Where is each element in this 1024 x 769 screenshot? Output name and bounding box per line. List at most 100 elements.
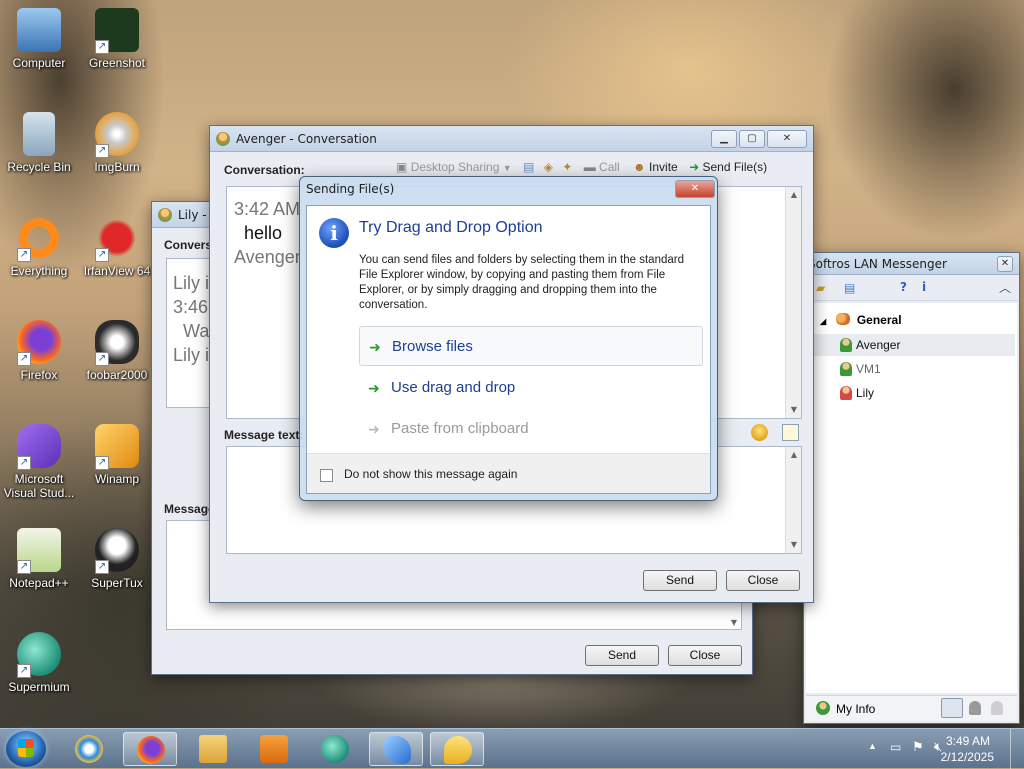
avenger-titlebar[interactable]: Avenger - Conversation ▁ ▢ ✕ <box>210 126 813 152</box>
start-button[interactable] <box>6 731 46 767</box>
desktop-icon-foobar2000[interactable]: ↗ foobar2000 <box>78 320 156 382</box>
green-arrow-icon: ➜ <box>368 380 380 396</box>
text-format-icon[interactable] <box>782 424 799 441</box>
dialog-close-button[interactable]: ✕ <box>675 180 715 198</box>
sending-files-dialog[interactable]: Sending File(s) ✕ i Try Drag and Drop Op… <box>299 176 718 501</box>
taskbar: ▲ ▭ ⚑ 🔇︎ 3:49 AM 2/12/2025 <box>0 728 1024 769</box>
scroll-up-icon[interactable]: ▲ <box>786 187 802 203</box>
desktop-icon-visual-studio[interactable]: ↗ Microsoft Visual Stud... <box>0 424 78 500</box>
messenger-titlebar[interactable]: Softros LAN Messenger ✕ <box>804 253 1019 275</box>
dialog-titlebar[interactable]: Sending File(s) ✕ <box>300 177 717 201</box>
clock-time[interactable]: 3:49 AM <box>946 734 990 748</box>
desktop-icon-notepad-plus-plus[interactable]: ↗ Notepad++ <box>0 528 78 590</box>
chevron-up-icon[interactable]: ︿ <box>999 279 1011 296</box>
folder-icon[interactable]: ▰ <box>816 281 825 295</box>
desktop-sharing-button[interactable]: Desktop Sharing <box>411 160 500 174</box>
avenger-toolbar: ▣ Desktop Sharing ▼ ▤ ◈ ✦ ▬ Call ☻ Invit… <box>396 160 767 174</box>
desktop-icon-irfanview[interactable]: ↗ IrfanView 64 <box>78 216 156 278</box>
status-available-button[interactable] <box>941 698 963 718</box>
message-timestamp: 3:42 AM <box>234 199 301 219</box>
shortcut-arrow-icon: ↗ <box>17 664 31 678</box>
internet-explorer-icon <box>75 735 103 763</box>
conversation-scrollbar[interactable]: ▲ ▼ <box>785 187 801 418</box>
flag-icon[interactable]: ⚑ <box>912 739 924 755</box>
shortcut-arrow-icon: ↗ <box>17 352 31 366</box>
desktop-icon-recycle-bin[interactable]: Recycle Bin <box>0 112 78 174</box>
info-icon[interactable]: i <box>922 280 926 294</box>
status-away-icon[interactable] <box>969 701 981 715</box>
desktop-icon-supertux[interactable]: ↗ SuperTux <box>78 528 156 590</box>
scroll-down-icon[interactable]: ▼ <box>786 402 802 418</box>
history-icon[interactable]: ▤ <box>844 281 855 295</box>
desktop-icon-everything[interactable]: ↗ Everything <box>0 216 78 278</box>
scroll-up-icon[interactable]: ▲ <box>786 447 802 463</box>
group-general[interactable]: ◢ General <box>820 313 902 327</box>
taskbar-lan-messenger[interactable] <box>430 732 484 766</box>
expand-triangle-icon: ◢ <box>820 317 827 326</box>
send-files-button[interactable]: Send File(s) <box>702 160 767 174</box>
taskbar-file-explorer[interactable] <box>186 732 240 766</box>
desktop-icon-supermium[interactable]: ↗ Supermium <box>0 632 78 694</box>
call-icon: ▬ <box>583 160 596 174</box>
taskbar-internet-explorer[interactable] <box>62 732 116 766</box>
foobar2000-icon: ↗ <box>95 320 139 366</box>
gray-arrow-icon: ➜ <box>368 421 380 437</box>
lily-send-button[interactable]: Send <box>585 645 659 666</box>
message-scrollbar[interactable]: ▲ ▼ <box>785 447 801 553</box>
taskbar-firefox[interactable] <box>123 732 177 766</box>
chevron-down-icon[interactable]: ▼ <box>503 163 512 173</box>
desktop-icon-greenshot[interactable]: ↗ Greenshot <box>78 8 156 70</box>
taskbar-supermium[interactable] <box>308 732 362 766</box>
shortcut-arrow-icon: ↗ <box>95 40 109 54</box>
browse-files-option[interactable]: ➜ Browse files <box>359 326 703 366</box>
contact-list[interactable]: ◢ General Avenger VM1 Lily <box>806 303 1017 693</box>
avenger-send-button[interactable]: Send <box>643 570 717 591</box>
help-icon[interactable]: ? <box>900 280 907 294</box>
clock-date[interactable]: 2/12/2025 <box>941 750 994 764</box>
lily-close-button[interactable]: Close <box>668 645 742 666</box>
shortcut-arrow-icon: ↗ <box>17 248 31 262</box>
computer-icon <box>17 8 61 52</box>
scroll-down-icon[interactable]: ▼ <box>731 618 737 627</box>
contact-lily[interactable]: Lily <box>840 386 874 400</box>
network-icon[interactable]: ▭ <box>890 740 901 754</box>
supermium-icon: ↗ <box>17 632 61 678</box>
avenger-close-button[interactable]: Close <box>726 570 800 591</box>
my-info-button[interactable]: My Info <box>836 702 875 716</box>
messenger-close-button[interactable]: ✕ <box>997 255 1013 272</box>
show-hidden-icons-icon[interactable]: ▲ <box>868 741 877 751</box>
do-not-show-label[interactable]: Do not show this message again <box>344 467 517 481</box>
desktop-icon-firefox[interactable]: ↗ Firefox <box>0 320 78 382</box>
avenger-close-window-button[interactable]: ✕ <box>767 129 807 148</box>
emoticon-icon[interactable] <box>751 424 768 441</box>
user-female-icon <box>158 207 172 222</box>
status-offline-icon[interactable] <box>991 701 1003 715</box>
call-button[interactable]: Call <box>599 160 620 174</box>
greenshot-icon: ↗ <box>95 8 139 54</box>
windows-logo-icon <box>18 739 34 757</box>
desktop-icon-imgburn[interactable]: ↗ ImgBurn <box>78 112 156 174</box>
firefox-icon: ↗ <box>17 320 61 366</box>
maximize-button[interactable]: ▢ <box>739 129 765 148</box>
ignore-icon[interactable]: ◈ <box>544 160 553 174</box>
scroll-down-icon[interactable]: ▼ <box>786 537 802 553</box>
show-desktop-button[interactable] <box>1010 729 1024 769</box>
shortcut-arrow-icon: ↗ <box>95 456 109 470</box>
desktop-icon-winamp[interactable]: ↗ Winamp <box>78 424 156 486</box>
taskbar-media-player[interactable] <box>247 732 301 766</box>
do-not-show-checkbox[interactable] <box>320 469 333 482</box>
contact-vm1[interactable]: VM1 <box>840 362 881 376</box>
messenger-window[interactable]: Softros LAN Messenger ✕ ▰ ▤ ? i ︿ ◢ Gene… <box>803 252 1020 724</box>
desktop-icon-computer[interactable]: Computer <box>0 8 78 70</box>
paste-from-clipboard-option: ➜ Paste from clipboard <box>359 409 703 449</box>
lily-message-label: Message <box>164 502 215 516</box>
message-sender: Avenger <box>234 247 301 267</box>
history-icon[interactable]: ▤ <box>523 160 534 174</box>
contact-avenger[interactable]: Avenger <box>840 338 900 352</box>
settings-icon[interactable]: ✦ <box>562 160 572 174</box>
taskbar-app[interactable] <box>369 732 423 766</box>
invite-button[interactable]: Invite <box>649 160 678 174</box>
minimize-button[interactable]: ▁ <box>711 129 737 148</box>
use-drag-and-drop-option[interactable]: ➜ Use drag and drop <box>359 368 703 408</box>
desktop-sharing-icon: ▣ <box>396 160 408 174</box>
